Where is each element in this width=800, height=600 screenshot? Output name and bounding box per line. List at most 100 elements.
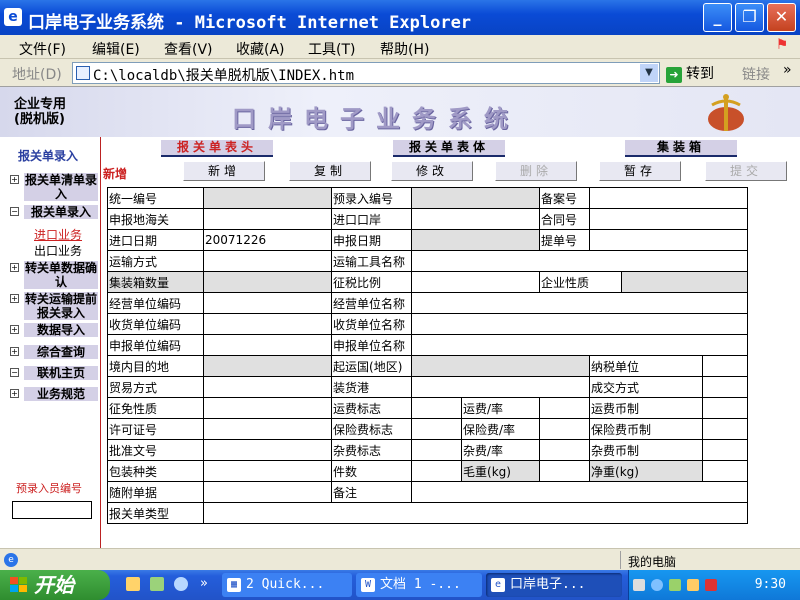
transport-tool-field[interactable] <box>411 250 749 272</box>
license-no-field[interactable] <box>203 418 333 440</box>
menu-edit[interactable]: 编辑(E) <box>92 39 140 59</box>
insurance-currency-field[interactable] <box>702 418 749 440</box>
sidebar-item-label[interactable]: 联机主页 <box>24 366 98 380</box>
minimize-button[interactable]: _ <box>703 3 732 32</box>
sidebar-item-label[interactable]: 业务规范 <box>24 387 98 401</box>
freight-currency-field[interactable] <box>702 397 749 419</box>
links-button[interactable]: 链接 <box>742 64 770 84</box>
user-icon[interactable] <box>687 579 699 591</box>
expand-icon[interactable]: + <box>10 175 19 184</box>
contract-no-field[interactable] <box>589 208 749 230</box>
exemption-field[interactable] <box>203 397 333 419</box>
task-quick[interactable]: ▦ 2 Quick... <box>222 573 352 597</box>
operator-name-field[interactable] <box>411 292 749 314</box>
maximize-button[interactable]: ❐ <box>735 3 764 32</box>
trade-mode-field[interactable] <box>203 376 333 398</box>
close-button[interactable]: ✕ <box>767 3 796 32</box>
bill-no-field[interactable] <box>589 229 749 251</box>
sidebar-item-label[interactable]: 报关单录入 <box>24 205 98 219</box>
operator-code-field[interactable] <box>203 292 333 314</box>
misc-rate-field[interactable] <box>539 439 591 461</box>
address-input[interactable]: C:\localdb\报关单脱机版\INDEX.htm ▼ <box>72 62 660 84</box>
expand-icon[interactable]: + <box>10 263 19 272</box>
expand-icon[interactable]: + <box>10 389 19 398</box>
sidebar-item-label[interactable]: 综合查询 <box>24 345 98 359</box>
declarant-name-field[interactable] <box>411 334 749 356</box>
misc-currency-field[interactable] <box>702 439 749 461</box>
menu-tools[interactable]: 工具(T) <box>308 39 355 59</box>
port-field[interactable] <box>411 208 541 230</box>
copy-button[interactable]: 复制 <box>289 161 371 181</box>
loading-port-field[interactable] <box>411 376 591 398</box>
levy-ratio-field[interactable] <box>411 271 541 293</box>
menu-file[interactable]: 文件(F) <box>19 39 66 59</box>
quicklaunch-desktop-icon[interactable] <box>126 577 140 591</box>
declare-date-field[interactable] <box>411 229 541 251</box>
task-browser[interactable]: e 口岸电子... <box>486 573 622 597</box>
sub-item-import[interactable]: 进口业务 <box>34 226 82 243</box>
freight-rate-field[interactable] <box>539 397 591 419</box>
import-date-field[interactable]: 20071226 <box>203 229 333 251</box>
declaration-type-field[interactable] <box>203 502 749 524</box>
taxpayer-field[interactable] <box>702 355 749 377</box>
unified-no-field[interactable] <box>203 187 333 209</box>
quicklaunch-more-button[interactable]: » <box>200 576 208 591</box>
misc-flag-field[interactable] <box>411 439 463 461</box>
save-draft-button[interactable]: 暂存 <box>599 161 681 181</box>
start-button[interactable]: 开始 <box>0 570 110 600</box>
pieces-field[interactable] <box>411 460 463 482</box>
expand-icon[interactable]: + <box>10 294 19 303</box>
company-nature-field[interactable] <box>621 271 749 293</box>
network-icon[interactable] <box>651 579 663 591</box>
domestic-dest-field[interactable] <box>203 355 333 377</box>
menu-favorites[interactable]: 收藏(A) <box>236 39 285 59</box>
quicklaunch-ie-icon[interactable] <box>174 577 188 591</box>
record-no-field[interactable] <box>589 187 749 209</box>
freight-flag-field[interactable] <box>411 397 463 419</box>
pre-entry-no-field[interactable] <box>411 187 541 209</box>
sidebar-item-label[interactable]: 数据导入 <box>24 323 98 337</box>
expand-icon[interactable]: + <box>10 347 19 356</box>
go-button[interactable]: ➜ 转到 <box>666 63 714 83</box>
add-button[interactable]: 新增 <box>183 161 265 181</box>
gross-weight-field[interactable] <box>539 460 591 482</box>
keyboard-icon[interactable] <box>633 579 645 591</box>
sub-item-export[interactable]: 出口业务 <box>34 242 82 259</box>
collapse-icon[interactable]: − <box>10 368 19 377</box>
approval-no-field[interactable] <box>203 439 333 461</box>
k-icon[interactable] <box>705 579 717 591</box>
deal-mode-field[interactable] <box>702 376 749 398</box>
quicklaunch-messenger-icon[interactable] <box>150 577 164 591</box>
container-count-field[interactable] <box>203 271 333 293</box>
operator-input[interactable] <box>12 501 92 519</box>
package-type-field[interactable] <box>203 460 333 482</box>
sidebar-item-label[interactable]: 报关单清单录入 <box>24 173 98 201</box>
remarks-field[interactable] <box>411 481 749 503</box>
menu-help[interactable]: 帮助(H) <box>380 39 429 59</box>
menu-view[interactable]: 查看(V) <box>164 39 213 59</box>
receiver-code-field[interactable] <box>203 313 333 335</box>
collapse-icon[interactable]: − <box>10 207 19 216</box>
submit-button[interactable]: 提交 <box>705 161 787 181</box>
origin-country-field[interactable] <box>411 355 591 377</box>
sidebar-item-label[interactable]: 转关运输提前报关录入 <box>24 292 98 320</box>
net-weight-field[interactable] <box>702 460 749 482</box>
insurance-flag-field[interactable] <box>411 418 463 440</box>
delete-button[interactable]: 删除 <box>495 161 577 181</box>
declarant-code-field[interactable] <box>203 334 333 356</box>
antivirus-icon[interactable] <box>669 579 681 591</box>
tab-header[interactable]: 报关单表头 <box>161 140 273 157</box>
tab-body[interactable]: 报关单表体 <box>393 140 505 157</box>
expand-icon[interactable]: + <box>10 325 19 334</box>
address-url[interactable]: C:\localdb\报关单脱机版\INDEX.htm <box>93 65 354 85</box>
declare-customs-field[interactable] <box>203 208 333 230</box>
edit-button[interactable]: 修改 <box>391 161 473 181</box>
sidebar-item-label[interactable]: 转关单数据确认 <box>24 261 98 289</box>
attached-docs-field[interactable] <box>203 481 333 503</box>
insurance-rate-field[interactable] <box>539 418 591 440</box>
task-document[interactable]: W 文档 1 -... <box>356 573 482 597</box>
receiver-name-field[interactable] <box>411 313 749 335</box>
chevron-down-icon[interactable]: ▼ <box>640 64 658 82</box>
tab-container[interactable]: 集装箱 <box>625 140 737 157</box>
transport-mode-field[interactable] <box>203 250 333 272</box>
